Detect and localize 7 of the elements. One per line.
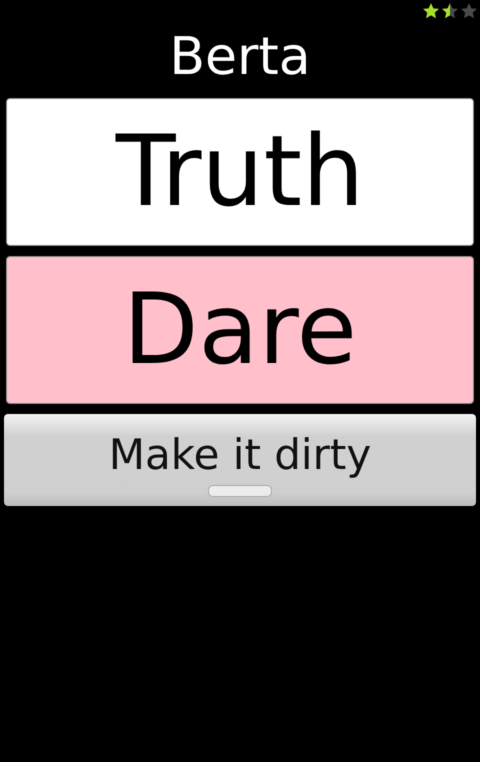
choice-card[interactable]: Truth (6, 98, 474, 246)
player-name: Berta (168, 28, 312, 86)
choice-card[interactable]: Dare (6, 256, 474, 404)
toggle-button[interactable]: Make it dirty (4, 414, 476, 506)
star-icon (441, 2, 459, 20)
star-icon (460, 2, 478, 20)
star-icon (422, 2, 440, 20)
